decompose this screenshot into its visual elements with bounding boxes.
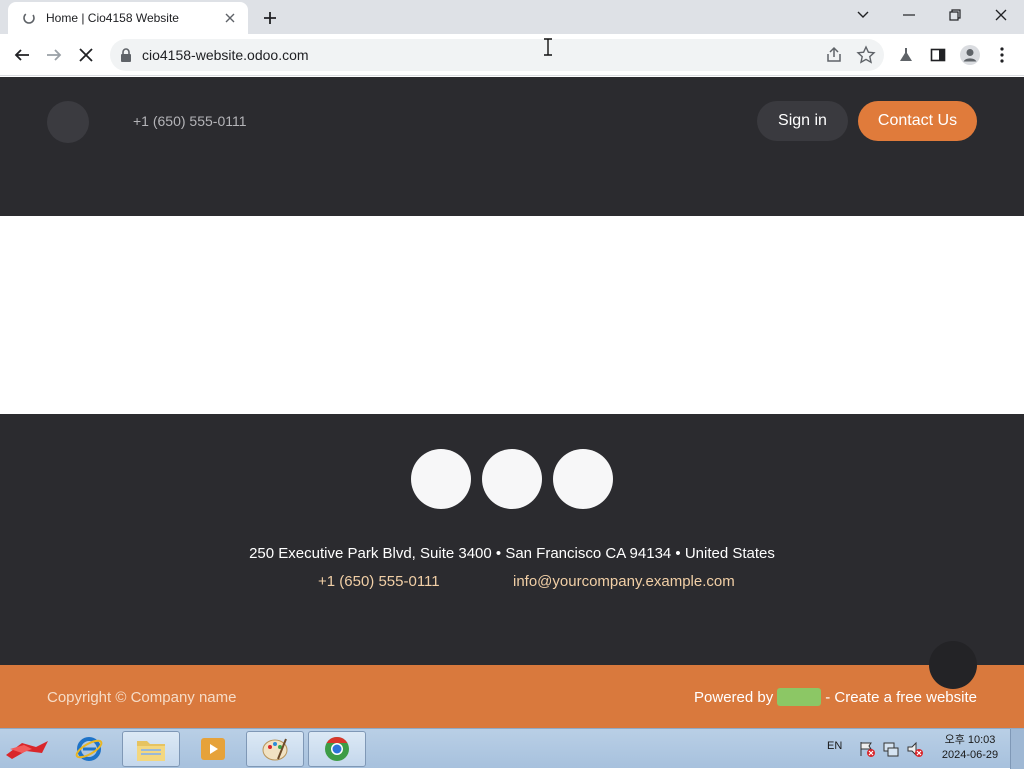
text-cursor-icon bbox=[543, 38, 553, 56]
volume-muted-icon[interactable] bbox=[906, 740, 924, 758]
loading-favicon-icon bbox=[22, 11, 36, 25]
tab-title: Home | Cio4158 Website bbox=[46, 11, 179, 25]
main-content bbox=[0, 216, 1024, 414]
paint-icon[interactable] bbox=[246, 731, 304, 767]
media-player-icon[interactable] bbox=[184, 731, 242, 767]
share-icon[interactable] bbox=[824, 45, 844, 65]
site-logo[interactable] bbox=[47, 101, 89, 143]
site-header: +1 (650) 555-0111 Sign in Contact Us bbox=[0, 77, 1024, 216]
back-arrow-icon[interactable] bbox=[8, 41, 36, 69]
browser-tab-active[interactable]: Home | Cio4158 Website bbox=[8, 2, 248, 34]
social-link-1[interactable] bbox=[411, 449, 471, 509]
lock-icon bbox=[120, 48, 132, 62]
close-window-icon[interactable] bbox=[978, 0, 1024, 30]
extension-flask-icon[interactable] bbox=[892, 41, 920, 69]
powered-by-prefix: Powered by bbox=[694, 688, 774, 706]
social-link-2[interactable] bbox=[482, 449, 542, 509]
browser-toolbar: cio4158-website.odoo.com bbox=[0, 34, 1024, 76]
forward-arrow-icon[interactable] bbox=[40, 41, 68, 69]
restore-icon[interactable] bbox=[932, 0, 978, 30]
odoo-logo[interactable] bbox=[777, 688, 822, 706]
bookmark-star-icon[interactable] bbox=[856, 45, 876, 65]
os-taskbar: EN 오후 10:03 2024-06-29 bbox=[0, 728, 1024, 769]
tab-search-icon[interactable] bbox=[840, 0, 886, 30]
network-icon[interactable] bbox=[882, 740, 900, 758]
close-tab-icon[interactable] bbox=[222, 10, 238, 26]
file-explorer-icon[interactable] bbox=[122, 731, 180, 767]
side-panel-icon[interactable] bbox=[924, 41, 952, 69]
copyright-bar: Copyright © Company name Powered by - Cr… bbox=[0, 665, 1024, 728]
stop-loading-icon[interactable] bbox=[72, 41, 100, 69]
scroll-to-top-button[interactable] bbox=[929, 641, 977, 689]
contact-us-button[interactable]: Contact Us bbox=[858, 101, 977, 141]
header-phone[interactable]: +1 (650) 555-0111 bbox=[133, 113, 247, 129]
profile-avatar-icon[interactable] bbox=[956, 41, 984, 69]
powered-by: Powered by - Create a free website bbox=[694, 688, 977, 706]
url-text: cio4158-website.odoo.com bbox=[142, 47, 309, 63]
site-footer: 250 Executive Park Blvd, Suite 3400 • Sa… bbox=[0, 414, 1024, 665]
address-bar[interactable]: cio4158-website.odoo.com bbox=[110, 39, 884, 71]
minimize-icon[interactable] bbox=[886, 0, 932, 30]
language-indicator[interactable]: EN bbox=[827, 740, 842, 752]
more-menu-icon[interactable] bbox=[988, 41, 1016, 69]
footer-phone-link[interactable]: +1 (650) 555-0111 bbox=[318, 573, 440, 590]
flag-alert-icon[interactable] bbox=[858, 740, 876, 758]
browser-tabstrip: Home | Cio4158 Website bbox=[0, 0, 1024, 34]
start-button[interactable] bbox=[2, 733, 54, 765]
chrome-icon[interactable] bbox=[308, 731, 366, 767]
footer-address: 250 Executive Park Blvd, Suite 3400 • Sa… bbox=[249, 545, 775, 562]
copyright-text: Copyright © Company name bbox=[47, 689, 237, 706]
clock-time: 오후 10:03 bbox=[944, 734, 996, 746]
clock-date: 2024-06-29 bbox=[941, 749, 999, 761]
show-desktop-button[interactable] bbox=[1010, 729, 1024, 769]
social-link-3[interactable] bbox=[553, 449, 613, 509]
sign-in-button[interactable]: Sign in bbox=[757, 101, 848, 141]
footer-email-link[interactable]: info@yourcompany.example.com bbox=[513, 573, 735, 590]
create-website-link[interactable]: - Create a free website bbox=[825, 689, 977, 706]
internet-explorer-icon[interactable] bbox=[60, 731, 118, 767]
system-clock[interactable]: 오후 10:03 2024-06-29 bbox=[936, 733, 1004, 763]
new-tab-button[interactable] bbox=[258, 6, 282, 30]
